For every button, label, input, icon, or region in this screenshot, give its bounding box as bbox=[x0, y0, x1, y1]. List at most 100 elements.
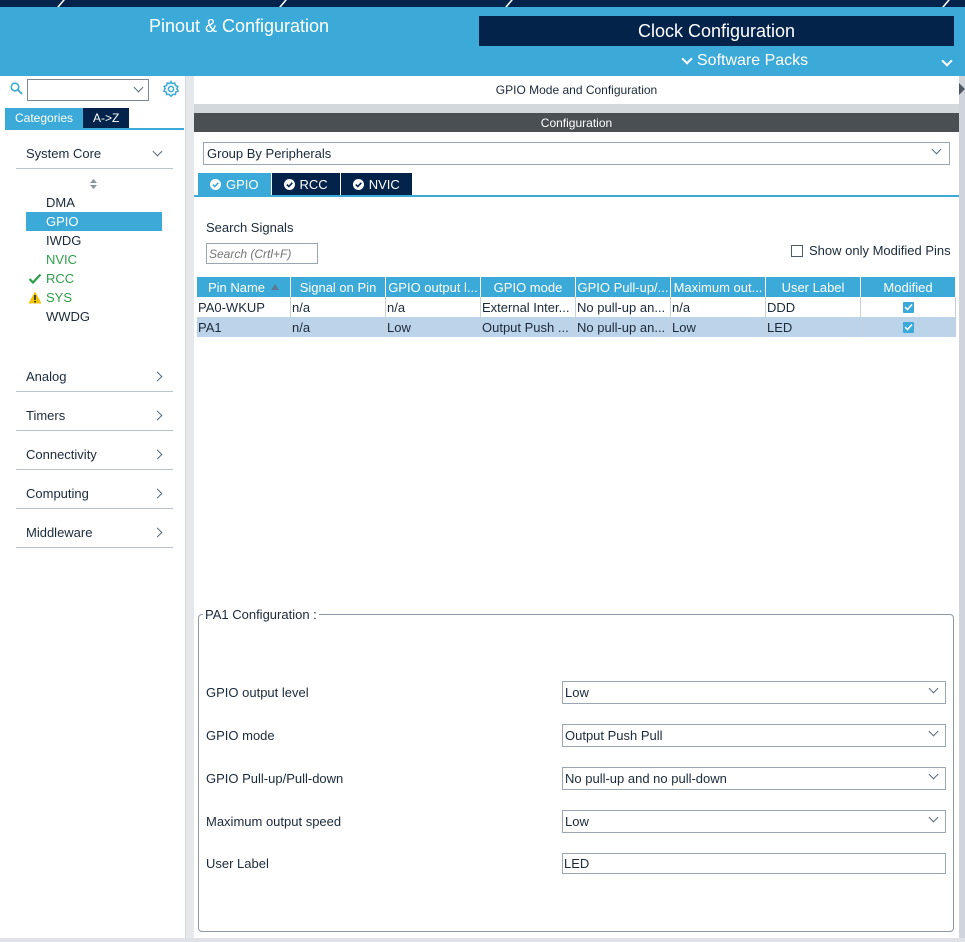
column-header-max-speed[interactable]: Maximum out... bbox=[671, 277, 766, 297]
chevron-down-icon bbox=[928, 726, 939, 737]
show-modified-checkbox[interactable]: Show only Modified Pins bbox=[791, 243, 951, 258]
group-by-value: Group By Peripherals bbox=[207, 146, 332, 161]
check-circle-icon bbox=[210, 178, 221, 190]
chevron-down-icon bbox=[152, 146, 163, 157]
section-computing[interactable]: Computing bbox=[16, 479, 173, 509]
sidebar-item-rcc[interactable]: RCC bbox=[26, 269, 162, 288]
check-icon bbox=[903, 323, 913, 331]
column-header-user-label[interactable]: User Label bbox=[766, 277, 861, 297]
mode-config-title: GPIO Mode and Configuration bbox=[194, 76, 959, 104]
tab-pinout-configuration[interactable]: Pinout & Configuration bbox=[0, 7, 478, 46]
sidebar-item-dma[interactable]: DMA bbox=[26, 193, 162, 212]
item-label: SYS bbox=[46, 290, 73, 305]
tab-label: NVIC bbox=[368, 176, 400, 192]
section-label: Analog bbox=[26, 369, 67, 384]
warning-icon bbox=[28, 291, 42, 304]
peripheral-search-combo[interactable] bbox=[27, 79, 149, 101]
search-signals-input[interactable] bbox=[206, 243, 318, 264]
configuration-header: Configuration bbox=[194, 113, 959, 132]
category-tab-underline bbox=[5, 128, 184, 130]
column-header-modified[interactable]: Modified bbox=[861, 277, 956, 297]
cell-pin-name: PA0-WKUP bbox=[197, 297, 291, 317]
tab-categories[interactable]: Categories bbox=[5, 108, 84, 128]
tab-label: RCC bbox=[299, 176, 328, 192]
column-header-output-level[interactable]: GPIO output l... bbox=[386, 277, 481, 297]
panel-splitter[interactable] bbox=[186, 76, 194, 942]
chevron-right-icon bbox=[152, 488, 163, 499]
cell-pin-name: PA1 bbox=[197, 317, 291, 337]
user-label-label: User Label bbox=[206, 856, 269, 871]
chevron-down-icon bbox=[133, 82, 144, 93]
cell-output-level: Low bbox=[386, 317, 481, 337]
section-label: Middleware bbox=[26, 525, 93, 540]
section-timers[interactable]: Timers bbox=[16, 401, 173, 431]
category-tabs: Categories A->Z bbox=[5, 108, 130, 128]
table-row-selected[interactable]: PA1 n/a Low Output Push ... No pull-up a… bbox=[197, 317, 956, 337]
sidebar-item-nvic[interactable]: NVIC bbox=[26, 250, 162, 269]
strip-notch bbox=[505, 0, 513, 7]
section-connectivity[interactable]: Connectivity bbox=[16, 440, 173, 470]
modified-checkbox[interactable] bbox=[902, 321, 914, 333]
column-header-signal[interactable]: Signal on Pin bbox=[291, 277, 386, 297]
right-collapse-bar[interactable] bbox=[959, 76, 965, 942]
tab-rcc[interactable]: RCC bbox=[271, 173, 340, 195]
peripheral-tab-underline bbox=[194, 195, 959, 197]
tab-nvic[interactable]: NVIC bbox=[340, 173, 412, 195]
section-label: System Core bbox=[26, 146, 102, 161]
section-middleware[interactable]: Middleware bbox=[16, 518, 173, 548]
item-label: DMA bbox=[46, 195, 75, 210]
search-icon bbox=[10, 82, 23, 95]
chevron-right-icon bbox=[152, 371, 163, 382]
output-level-value: Low bbox=[565, 685, 589, 700]
sidebar-item-iwdg[interactable]: IWDG bbox=[26, 231, 162, 250]
tab-gpio[interactable]: GPIO bbox=[198, 173, 271, 195]
sort-arrows-icon[interactable] bbox=[89, 178, 98, 190]
chevron-down-icon bbox=[931, 144, 942, 155]
max-speed-select[interactable]: Low bbox=[562, 810, 946, 833]
output-level-select[interactable]: Low bbox=[562, 681, 946, 704]
column-header-pull[interactable]: GPIO Pull-up/... bbox=[576, 277, 671, 297]
tab-a-to-z[interactable]: A->Z bbox=[83, 108, 130, 128]
gpio-mode-select[interactable]: Output Push Pull bbox=[562, 724, 946, 747]
output-level-label: GPIO output level bbox=[206, 685, 309, 700]
cell-pull: No pull-up an... bbox=[576, 317, 671, 337]
expand-chevron-icon[interactable] bbox=[941, 52, 953, 68]
check-circle-icon bbox=[283, 178, 295, 190]
section-system-core[interactable]: System Core bbox=[16, 139, 173, 169]
pull-select[interactable]: No pull-up and no pull-down bbox=[562, 767, 946, 790]
tab-clock-configuration[interactable]: Clock Configuration bbox=[479, 16, 954, 46]
top-strip bbox=[0, 0, 965, 7]
gpio-mode-label: GPIO mode bbox=[206, 728, 275, 743]
item-label: RCC bbox=[46, 271, 75, 286]
item-label: GPIO bbox=[46, 214, 79, 229]
checkbox-box bbox=[791, 244, 803, 257]
sidebar-item-sys[interactable]: SYS bbox=[26, 288, 162, 307]
user-label-input[interactable] bbox=[562, 853, 946, 874]
mode-config-separator bbox=[194, 104, 965, 113]
section-label: Connectivity bbox=[26, 447, 97, 462]
software-packs-menu[interactable]: Software Packs bbox=[681, 46, 808, 76]
modified-checkbox[interactable] bbox=[902, 301, 914, 313]
table-row[interactable]: PA0-WKUP n/a n/a External Inter... No pu… bbox=[197, 297, 956, 317]
gear-icon[interactable] bbox=[162, 80, 180, 98]
pull-label: GPIO Pull-up/Pull-down bbox=[206, 771, 344, 786]
chevron-down-icon bbox=[681, 52, 693, 65]
chevron-down-icon bbox=[928, 769, 939, 780]
cell-max-speed: n/a bbox=[671, 297, 766, 317]
collapse-arrow-icon bbox=[959, 83, 965, 95]
group-by-select[interactable]: Group By Peripherals bbox=[203, 142, 950, 165]
section-label: Timers bbox=[26, 408, 66, 423]
section-analog[interactable]: Analog bbox=[16, 362, 173, 392]
peripheral-tabs: GPIO RCC NVIC bbox=[198, 173, 412, 195]
cell-gpio-mode: Output Push ... bbox=[481, 317, 576, 337]
sidebar-item-wwdg[interactable]: WWDG bbox=[26, 307, 162, 326]
column-header-pin-name[interactable]: Pin Name bbox=[197, 277, 291, 297]
bottom-border bbox=[0, 938, 965, 942]
column-header-gpio-mode[interactable]: GPIO mode bbox=[481, 277, 576, 297]
item-label: WWDG bbox=[46, 309, 91, 324]
check-icon bbox=[903, 303, 913, 311]
sort-ascending-icon bbox=[271, 284, 280, 290]
sidebar-item-gpio[interactable]: GPIO bbox=[26, 212, 162, 231]
cell-signal: n/a bbox=[291, 297, 386, 317]
cell-user-label: LED bbox=[766, 317, 861, 337]
